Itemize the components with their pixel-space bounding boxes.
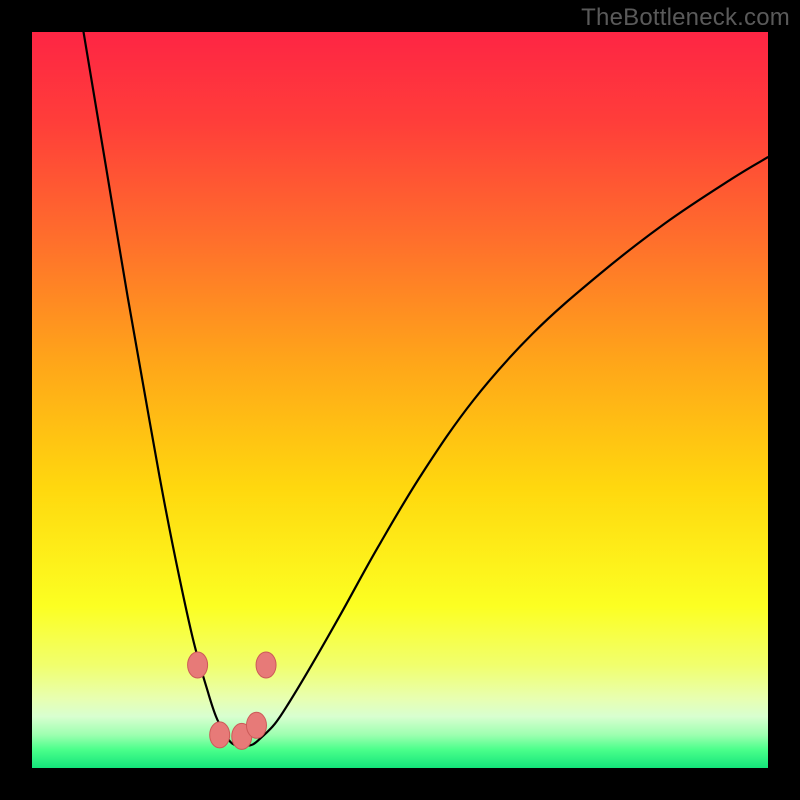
chart-overlay xyxy=(32,32,768,768)
data-marker xyxy=(246,712,266,738)
curve-markers xyxy=(188,652,276,749)
bottleneck-curve xyxy=(84,32,768,746)
chart-frame: TheBottleneck.com xyxy=(0,0,800,800)
plot-area xyxy=(32,32,768,768)
data-marker xyxy=(188,652,208,678)
watermark-text: TheBottleneck.com xyxy=(581,4,790,32)
data-marker xyxy=(256,652,276,678)
data-marker xyxy=(210,722,230,748)
